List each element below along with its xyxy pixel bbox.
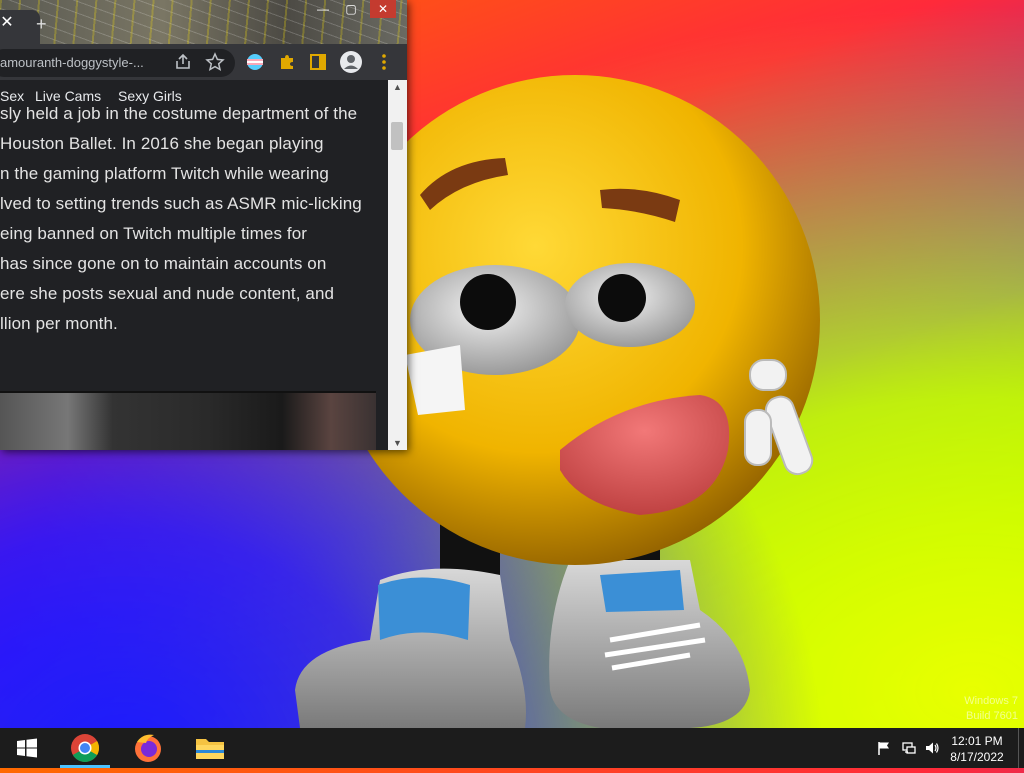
- article-line: Houston Ballet. In 2016 she began playin…: [0, 134, 324, 153]
- vertical-scrollbar[interactable]: ▲ ▼: [388, 80, 407, 450]
- scroll-up-arrow-icon[interactable]: ▲: [388, 80, 407, 94]
- network-icon[interactable]: [901, 740, 917, 756]
- nav-link-sexy-girls[interactable]: Sexy Girls: [118, 88, 182, 104]
- tab-strip: ✕ + — ▢ ✕: [0, 0, 407, 44]
- scroll-down-arrow-icon[interactable]: ▼: [388, 436, 407, 450]
- article-body: sly held a job in the costume department…: [0, 106, 388, 368]
- file-explorer-icon: [196, 739, 224, 759]
- watermark-line: Build 7601: [966, 710, 1018, 722]
- article-line: n the gaming platform Twitch while weari…: [0, 164, 329, 183]
- tab-close-icon[interactable]: ✕: [0, 15, 14, 31]
- chrome-browser-window: ✕ + — ▢ ✕ amouranth-doggystyle-... Sex L…: [0, 0, 407, 450]
- taskbar-chrome[interactable]: [58, 728, 112, 768]
- menu-icon[interactable]: [374, 52, 394, 72]
- watermark-line: Windows 7: [964, 695, 1018, 707]
- system-clock[interactable]: 12:01 PM 8/17/2022: [944, 733, 1010, 765]
- window-close-button[interactable]: ✕: [370, 0, 396, 18]
- article-line: sly held a job in the costume department…: [0, 106, 358, 123]
- chrome-icon: [71, 734, 99, 762]
- share-icon[interactable]: [173, 52, 193, 72]
- article-line: llion per month.: [0, 314, 118, 333]
- show-desktop-button[interactable]: [1018, 728, 1024, 768]
- windows-start-icon: [17, 738, 37, 758]
- clock-date: 8/17/2022: [950, 750, 1004, 764]
- extensions-icon[interactable]: [277, 52, 297, 72]
- os-build-watermark: Windows 7 Build 7601: [940, 694, 1018, 724]
- browser-toolbar: amouranth-doggystyle-...: [0, 44, 407, 80]
- star-icon[interactable]: [205, 52, 225, 72]
- article-line: has since gone on to maintain accounts o…: [0, 254, 327, 273]
- article-line: eing banned on Twitch multiple times for: [0, 224, 308, 243]
- profile-flag-icon[interactable]: [245, 52, 265, 72]
- scroll-thumb[interactable]: [391, 122, 403, 150]
- taskbar-firefox[interactable]: [121, 728, 175, 768]
- nav-link-sex[interactable]: Sex: [0, 88, 24, 104]
- side-panel-icon[interactable]: [308, 52, 328, 72]
- page-viewport: Sex Live Cams Sexy Girls sly held a job …: [0, 80, 388, 450]
- flag-icon[interactable]: [876, 740, 892, 756]
- new-tab-icon[interactable]: +: [36, 15, 47, 33]
- start-button[interactable]: [0, 728, 54, 768]
- taskbar: 12:01 PM 8/17/2022: [0, 728, 1024, 768]
- article-line: ere she posts sexual and nude content, a…: [0, 284, 335, 303]
- nav-link-live-cams[interactable]: Live Cams: [35, 88, 101, 104]
- clock-time: 12:01 PM: [951, 734, 1003, 748]
- volume-icon[interactable]: [924, 740, 940, 756]
- firefox-icon: [135, 734, 161, 762]
- address-bar-url[interactable]: amouranth-doggystyle-...: [0, 55, 144, 70]
- article-line: lved to setting trends such as ASMR mic-…: [0, 194, 362, 213]
- address-bar[interactable]: amouranth-doggystyle-...: [0, 49, 235, 77]
- avatar-icon[interactable]: [340, 51, 362, 73]
- video-thumbnail[interactable]: [0, 391, 376, 450]
- taskbar-file-explorer[interactable]: [183, 728, 237, 768]
- minimize-button[interactable]: —: [310, 0, 336, 18]
- maximize-button[interactable]: ▢: [338, 0, 364, 18]
